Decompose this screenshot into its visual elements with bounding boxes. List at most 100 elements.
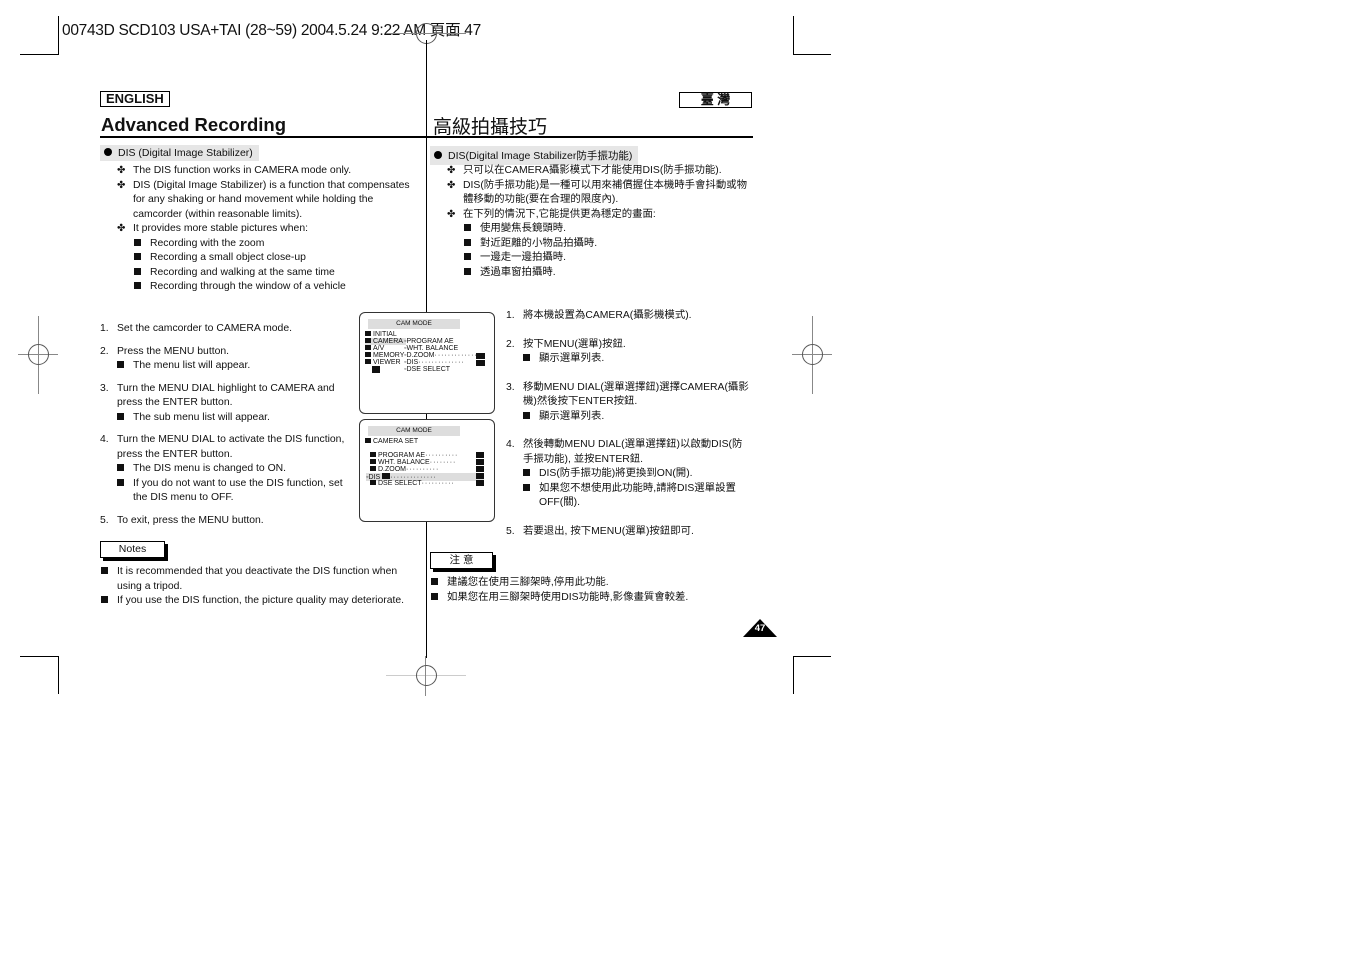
step-number: 3. xyxy=(100,382,109,394)
menu-item: VIEWER xyxy=(365,359,401,366)
condition-text: 對近距離的小物品拍攝時. xyxy=(480,237,598,249)
square-bullet-icon xyxy=(134,253,141,260)
section-heading-text: DIS(Digital Image Stabilizer防手振功能) xyxy=(448,150,633,162)
note-text: 如果您在用三腳架時使用DIS功能時,影像畫質會較差. xyxy=(447,591,689,603)
step-item: 5. To exit, press the MENU button. xyxy=(100,514,346,529)
intro-english: ✤ The DIS function works in CAMERA mode o… xyxy=(117,164,422,295)
page-title-chinese: 高級拍攝技巧 xyxy=(433,117,548,138)
intro-text: DIS(防手振功能)是一種可以用來補償握住本機時手會抖動或物體移動的功能(要在合… xyxy=(463,179,748,206)
folder-icon xyxy=(370,452,376,457)
square-bullet-icon xyxy=(117,464,124,471)
menu-item-highlighted: CAMERA xyxy=(365,338,406,345)
status-block-icon xyxy=(476,360,485,366)
step-text: Turn the MENU DIAL to activate the DIS f… xyxy=(117,434,345,460)
step-sub-item: DIS(防手振功能)將更換到ON(開). xyxy=(523,467,752,482)
step-item: 2. Press the MENU button. The menu list w… xyxy=(100,345,346,374)
submenu-item: ◦DSE SELECT xyxy=(404,366,451,373)
folder-icon xyxy=(365,345,371,350)
condition-text: Recording and walking at the same time xyxy=(150,266,335,278)
square-bullet-icon xyxy=(101,596,108,603)
folder-icon xyxy=(365,438,371,443)
step-text: Set the camcorder to CAMERA mode. xyxy=(117,323,292,334)
section-heading-english: DIS (Digital Image Stabilizer) xyxy=(100,145,259,161)
condition-item: Recording a small object close-up xyxy=(134,251,422,266)
section-heading-chinese: DIS(Digital Image Stabilizer防手振功能) xyxy=(430,146,639,165)
square-bullet-icon xyxy=(117,361,124,368)
condition-item: 使用變焦長鏡頭時. xyxy=(464,222,747,237)
intro-item: ✤ The DIS function works in CAMERA mode o… xyxy=(117,164,422,179)
condition-item: 對近距離的小物品拍攝時. xyxy=(464,237,747,252)
step-sub-item: The menu list will appear. xyxy=(117,359,346,374)
intro-item: ✤ DIS(防手振功能)是一種可以用來補償握住本機時手會抖動或物體移動的功能(要在… xyxy=(447,179,747,208)
step-number: 2. xyxy=(100,345,109,357)
square-bullet-icon xyxy=(523,354,530,361)
step-text: 移動MENU DIAL(選單選擇鈕)選擇CAMERA(攝影機)然後按下ENTER… xyxy=(523,381,749,408)
condition-item: Recording with the zoom xyxy=(134,237,422,252)
step-number: 4. xyxy=(506,439,515,450)
step-item: 3. Turn the MENU DIAL highlight to CAMERA… xyxy=(100,382,346,426)
page-number: 47 xyxy=(754,623,766,634)
status-block-icon xyxy=(476,466,484,472)
folder-icon xyxy=(365,331,371,336)
mode-bar: CAM MODE xyxy=(368,319,460,329)
step-sub-text: 顯示選單列表. xyxy=(539,353,605,364)
language-label-english: ENGLISH xyxy=(100,91,170,107)
crop-mark xyxy=(793,656,831,657)
step-sub-text: 如果您不想使用此功能時,請將DIS選單設置OFF(關). xyxy=(539,482,736,509)
tape-icon xyxy=(372,366,380,373)
square-bullet-icon xyxy=(431,578,438,585)
clover-bullet-icon: ✤ xyxy=(117,223,126,234)
step-sub-text: DIS(防手振功能)將更換到ON(開). xyxy=(539,468,693,479)
step-number: 1. xyxy=(506,310,515,321)
menu-screen-main: CAM MODE INITIAL CAMERA A/V MEMORY VIEWE… xyxy=(359,312,495,414)
crop-mark xyxy=(793,16,794,54)
clover-bullet-icon: ✤ xyxy=(447,165,456,176)
step-sub-item: The DIS menu is changed to ON. xyxy=(117,462,346,477)
step-sub-item: 顯示選單列表. xyxy=(523,410,752,425)
square-bullet-icon xyxy=(464,267,471,275)
step-text: Turn the MENU DIAL highlight to CAMERA a… xyxy=(117,382,335,409)
condition-text: 一邊走一邊拍攝時. xyxy=(480,252,567,263)
notes-label-chinese: 注 意 xyxy=(430,552,493,569)
crop-mark xyxy=(793,656,794,694)
note-text: If you use the DIS function, the picture… xyxy=(117,595,405,606)
intro-text: 在下列的情況下,它能提供更為穩定的畫面: xyxy=(463,208,656,220)
square-bullet-icon xyxy=(101,567,108,574)
intro-text: DIS (Digital Image Stabilizer) is a func… xyxy=(133,179,410,220)
notes-english: It is recommended that you deactivate th… xyxy=(101,565,423,609)
notes-chinese: 建議您在使用三腳架時,停用此功能. 如果您在用三腳架時使用DIS功能時,影像畫質… xyxy=(431,576,753,605)
submenu-item: ◦PROGRAM AE xyxy=(404,338,454,345)
clover-bullet-icon: ✤ xyxy=(117,165,126,176)
step-number: 3. xyxy=(506,381,515,393)
square-bullet-icon xyxy=(523,469,530,476)
condition-item: Recording through the window of a vehicl… xyxy=(134,280,422,295)
mode-bar: CAM MODE xyxy=(368,426,460,436)
square-bullet-icon xyxy=(134,282,141,289)
setting-item: WHT. BALANCE········ xyxy=(370,459,456,466)
condition-text: Recording through the window of a vehicl… xyxy=(150,281,346,292)
intro-text: The DIS function works in CAMERA mode on… xyxy=(133,165,352,176)
step-sub-item: If you do not want to use the DIS functi… xyxy=(117,477,346,506)
square-bullet-icon xyxy=(464,224,471,231)
step-text: Press the MENU button. xyxy=(117,345,230,357)
step-item: 4. 然後轉動MENU DIAL(選單選擇鈕)以啟動DIS(防手振功能), 並按E… xyxy=(506,438,752,511)
step-number: 5. xyxy=(100,514,109,526)
status-block-icon xyxy=(476,480,484,486)
step-text: 將本機設置為CAMERA(攝影機模式). xyxy=(523,310,692,321)
step-sub-text: 顯示選單列表. xyxy=(539,410,605,422)
folder-icon xyxy=(365,359,371,364)
square-bullet-icon xyxy=(523,411,530,419)
square-bullet-icon xyxy=(134,267,141,275)
note-text: 建議您在使用三腳架時,停用此功能. xyxy=(447,577,609,588)
step-item: 3. 移動MENU DIAL(選單選擇鈕)選擇CAMERA(攝影機)然後按下ENT… xyxy=(506,381,752,425)
intro-item: ✤ DIS (Digital Image Stabilizer) is a fun… xyxy=(117,179,422,223)
folder-icon xyxy=(365,352,371,357)
section-heading-text: DIS (Digital Image Stabilizer) xyxy=(118,147,253,159)
crop-mark xyxy=(793,54,831,55)
language-label-chinese: 臺 灣 xyxy=(679,92,752,108)
crop-mark xyxy=(58,656,59,694)
registration-mark-left xyxy=(18,316,58,394)
step-number: 1. xyxy=(100,323,109,334)
note-item: If you use the DIS function, the picture… xyxy=(101,594,423,609)
notes-label-english: Notes xyxy=(100,541,165,558)
